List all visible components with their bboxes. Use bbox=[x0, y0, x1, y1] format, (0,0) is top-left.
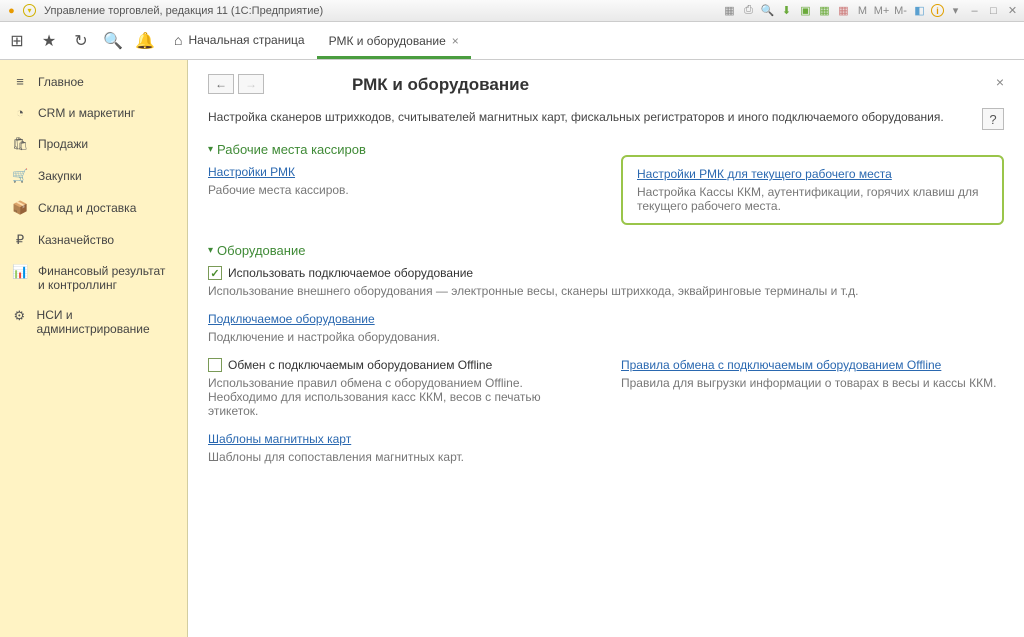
close-window-icon[interactable]: ✕ bbox=[1005, 3, 1020, 18]
content-area: × ? ← → РМК и оборудование Настройка ска… bbox=[188, 60, 1024, 637]
titlebar: ● ▾ Управление торговлей, редакция 11 (1… bbox=[0, 0, 1024, 22]
info-icon[interactable]: i bbox=[931, 4, 944, 17]
search-icon[interactable]: 🔍 bbox=[104, 32, 122, 50]
use-equipment-desc: Использование внешнего оборудования — эл… bbox=[208, 284, 1004, 298]
rmk-current-link[interactable]: Настройки РМК для текущего рабочего мест… bbox=[637, 167, 892, 181]
home-icon: ⌂ bbox=[174, 32, 182, 48]
m-minus-icon[interactable]: M- bbox=[893, 3, 908, 18]
m-icon[interactable]: M bbox=[855, 3, 870, 18]
sidebar-label: Продажи bbox=[38, 137, 88, 151]
sidebar-label: Финансовый результат и контроллинг bbox=[38, 264, 175, 292]
offline-rules-link[interactable]: Правила обмена с подключаемым оборудован… bbox=[621, 358, 941, 372]
chart-icon: 📊 bbox=[12, 264, 28, 280]
dropdown-icon[interactable]: ▾ bbox=[23, 4, 36, 17]
menu-icon: ≡ bbox=[12, 74, 28, 89]
sidebar-item-finance[interactable]: 📊 Финансовый результат и контроллинг bbox=[0, 256, 187, 300]
section-equipment-title[interactable]: ▾ Оборудование bbox=[208, 243, 1004, 258]
star-icon[interactable]: ★ bbox=[40, 32, 58, 50]
calc-icon[interactable]: ▦ bbox=[817, 3, 832, 18]
sidebar-item-admin[interactable]: ⚙ НСИ и администрирование bbox=[0, 300, 187, 344]
maximize-icon[interactable]: □ bbox=[986, 3, 1001, 18]
pie-icon: ◔ bbox=[12, 105, 28, 120]
minimize-icon[interactable]: – bbox=[967, 3, 982, 18]
card-templates-link[interactable]: Шаблоны магнитных карт bbox=[208, 432, 351, 446]
box-icon: 📦 bbox=[12, 200, 28, 216]
connected-equipment-desc: Подключение и настройка оборудования. bbox=[208, 330, 1004, 344]
nav-back-button[interactable]: ← bbox=[208, 74, 234, 94]
history-icon[interactable]: ↻ bbox=[72, 32, 90, 50]
tb-icon-4[interactable]: ⬇ bbox=[779, 3, 794, 18]
layout-icon[interactable]: ◧ bbox=[912, 3, 927, 18]
use-equipment-checkbox[interactable] bbox=[208, 266, 222, 280]
rmk-settings-desc: Рабочие места кассиров. bbox=[208, 183, 591, 197]
cart-icon: 🛒 bbox=[12, 168, 28, 184]
sidebar-label: CRM и маркетинг bbox=[38, 106, 135, 120]
offline-exchange-desc: Использование правил обмена с оборудован… bbox=[208, 376, 591, 418]
chevron-down-icon: ▾ bbox=[208, 144, 213, 155]
page-description: Настройка сканеров штрихкодов, считывате… bbox=[208, 110, 1004, 124]
close-page-icon[interactable]: × bbox=[996, 74, 1004, 90]
ruble-icon: ₽ bbox=[12, 232, 28, 248]
highlighted-panel: Настройки РМК для текущего рабочего мест… bbox=[621, 155, 1004, 225]
offline-rules-desc: Правила для выгрузки информации о товара… bbox=[621, 376, 1004, 390]
nav-forward-button[interactable]: → bbox=[238, 74, 264, 94]
section-title-label: Рабочие места кассиров bbox=[217, 142, 366, 157]
tab-rmk[interactable]: РМК и оборудование × bbox=[317, 24, 471, 59]
offline-exchange-checkbox[interactable] bbox=[208, 358, 222, 372]
page-title: РМК и оборудование bbox=[352, 75, 529, 95]
section-title-label: Оборудование bbox=[217, 243, 305, 258]
card-templates-desc: Шаблоны для сопоставления магнитных карт… bbox=[208, 450, 1004, 464]
m-plus-icon[interactable]: M+ bbox=[874, 3, 889, 18]
sidebar-item-purchases[interactable]: 🛒 Закупки bbox=[0, 160, 187, 192]
sidebar-item-sales[interactable]: 🛍 Продажи bbox=[0, 128, 187, 160]
use-equipment-label: Использовать подключаемое оборудование bbox=[228, 266, 473, 280]
sidebar-label: Склад и доставка bbox=[38, 201, 136, 215]
tab-close-icon[interactable]: × bbox=[452, 34, 459, 48]
search-tb-icon[interactable]: 🔍 bbox=[760, 3, 775, 18]
bag-icon: 🛍 bbox=[12, 136, 28, 152]
chevron-down-icon: ▾ bbox=[208, 245, 213, 256]
sidebar-item-warehouse[interactable]: 📦 Склад и доставка bbox=[0, 192, 187, 224]
apps-icon[interactable]: ⊞ bbox=[8, 32, 26, 50]
connected-equipment-link[interactable]: Подключаемое оборудование bbox=[208, 312, 375, 326]
sidebar-label: НСИ и администрирование bbox=[37, 308, 175, 336]
sidebar-item-main[interactable]: ≡ Главное bbox=[0, 66, 187, 97]
bell-icon[interactable]: 🔔 bbox=[136, 32, 154, 50]
tab-home-label: Начальная страница bbox=[188, 33, 304, 47]
app-icon-1c: ● bbox=[4, 3, 19, 18]
sidebar-label: Казначейство bbox=[38, 233, 114, 247]
sidebar-label: Главное bbox=[38, 75, 84, 89]
gear-icon: ⚙ bbox=[12, 308, 27, 324]
print-icon[interactable]: ⎙ bbox=[741, 3, 756, 18]
tab-home[interactable]: ⌂ Начальная страница bbox=[162, 22, 317, 59]
main-toolbar: ⊞ ★ ↻ 🔍 🔔 ⌂ Начальная страница РМК и обо… bbox=[0, 22, 1024, 60]
window-title: Управление торговлей, редакция 11 (1С:Пр… bbox=[44, 5, 323, 17]
caret-icon[interactable]: ▾ bbox=[948, 3, 963, 18]
sidebar-item-crm[interactable]: ◔ CRM и маркетинг bbox=[0, 97, 187, 128]
tab-rmk-label: РМК и оборудование bbox=[329, 34, 446, 48]
sidebar: ≡ Главное ◔ CRM и маркетинг 🛍 Продажи 🛒 Заку… bbox=[0, 60, 188, 637]
calendar-icon[interactable]: ▦ bbox=[836, 3, 851, 18]
rmk-settings-link[interactable]: Настройки РМК bbox=[208, 165, 295, 179]
help-button[interactable]: ? bbox=[982, 108, 1004, 130]
sidebar-item-treasury[interactable]: ₽ Казначейство bbox=[0, 224, 187, 256]
sidebar-label: Закупки bbox=[38, 169, 82, 183]
tb-icon-5[interactable]: ▣ bbox=[798, 3, 813, 18]
offline-exchange-label: Обмен с подключаемым оборудованием Offli… bbox=[228, 358, 492, 372]
rmk-current-desc: Настройка Кассы ККМ, аутентификации, гор… bbox=[637, 185, 988, 213]
tb-icon-1[interactable]: ▦ bbox=[722, 3, 737, 18]
